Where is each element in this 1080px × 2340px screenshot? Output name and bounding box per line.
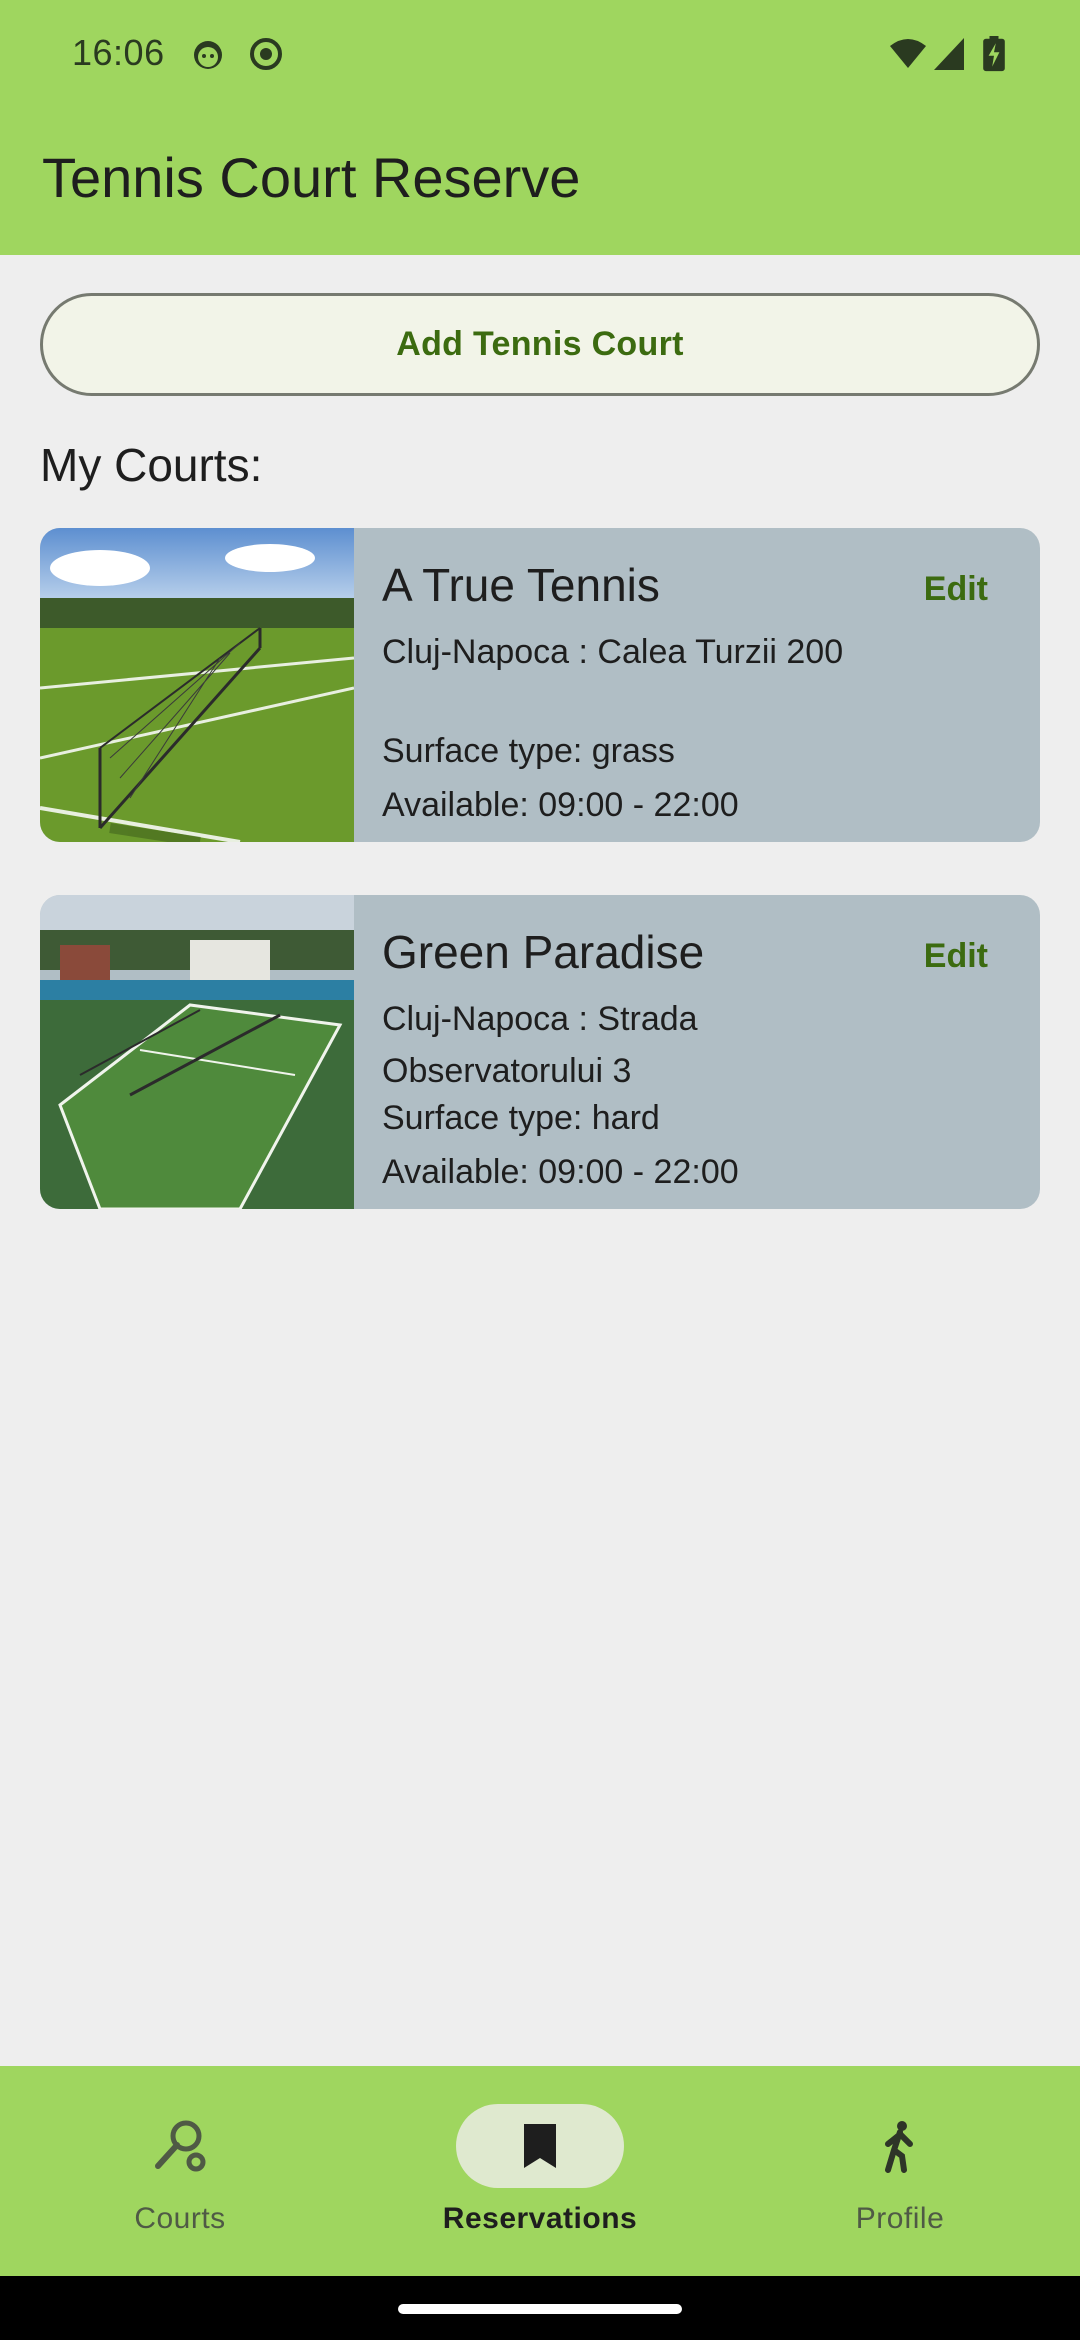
face-notification-icon <box>194 41 222 69</box>
edit-court-button[interactable]: Edit <box>924 570 988 609</box>
wifi-icon <box>890 39 926 68</box>
racket-icon <box>155 2120 206 2172</box>
nav-label: Reservations <box>442 2202 638 2235</box>
add-tennis-court-button[interactable]: Add Tennis Court <box>40 293 1040 396</box>
court-availability: Available: 09:00 - 22:00 <box>382 786 739 824</box>
walking-person-icon <box>885 2121 913 2173</box>
app-bar: 16:06 Tennis Court Reserve <box>0 0 1080 255</box>
page-title: Tennis Court Reserve <box>42 146 581 209</box>
battery-charging-icon <box>983 36 1005 72</box>
court-address: Cluj-Napoca : Calea Turzii 200 <box>382 633 844 671</box>
nav-item-courts[interactable]: Courts <box>0 2066 360 2276</box>
court-card[interactable]: A True Tennis Edit Cluj-Napoca : Calea T… <box>40 528 1040 842</box>
my-courts-heading: My Courts: <box>40 439 263 491</box>
court-name: A True Tennis <box>382 559 660 611</box>
status-time: 16:06 <box>72 32 165 73</box>
nav-label: Courts <box>134 2202 226 2235</box>
court-card[interactable]: Green Paradise Edit Cluj-Napoca : Strada… <box>40 895 1040 1209</box>
court-address: Cluj-Napoca : Strada Observatorului 3 <box>382 1000 698 1090</box>
record-notification-icon <box>250 38 282 70</box>
hard-court-photo <box>40 895 354 1209</box>
court-surface: Surface type: grass <box>382 732 675 770</box>
home-gesture-handle[interactable] <box>398 2304 682 2314</box>
nav-label: Profile <box>855 2202 945 2235</box>
status-bar: 16:06 <box>0 0 1080 110</box>
nav-item-profile[interactable]: Profile <box>720 2066 1080 2276</box>
grass-court-photo <box>40 528 354 842</box>
court-name: Green Paradise <box>382 926 705 978</box>
bottom-navigation: Courts Reservations Profile <box>0 2066 1080 2276</box>
edit-court-button[interactable]: Edit <box>924 937 988 976</box>
court-surface: Surface type: hard <box>382 1099 660 1137</box>
court-availability: Available: 09:00 - 22:00 <box>382 1153 739 1191</box>
cellular-signal-icon <box>934 38 964 70</box>
nav-item-reservations[interactable]: Reservations <box>360 2066 720 2276</box>
bookmark-icon <box>524 2124 556 2168</box>
